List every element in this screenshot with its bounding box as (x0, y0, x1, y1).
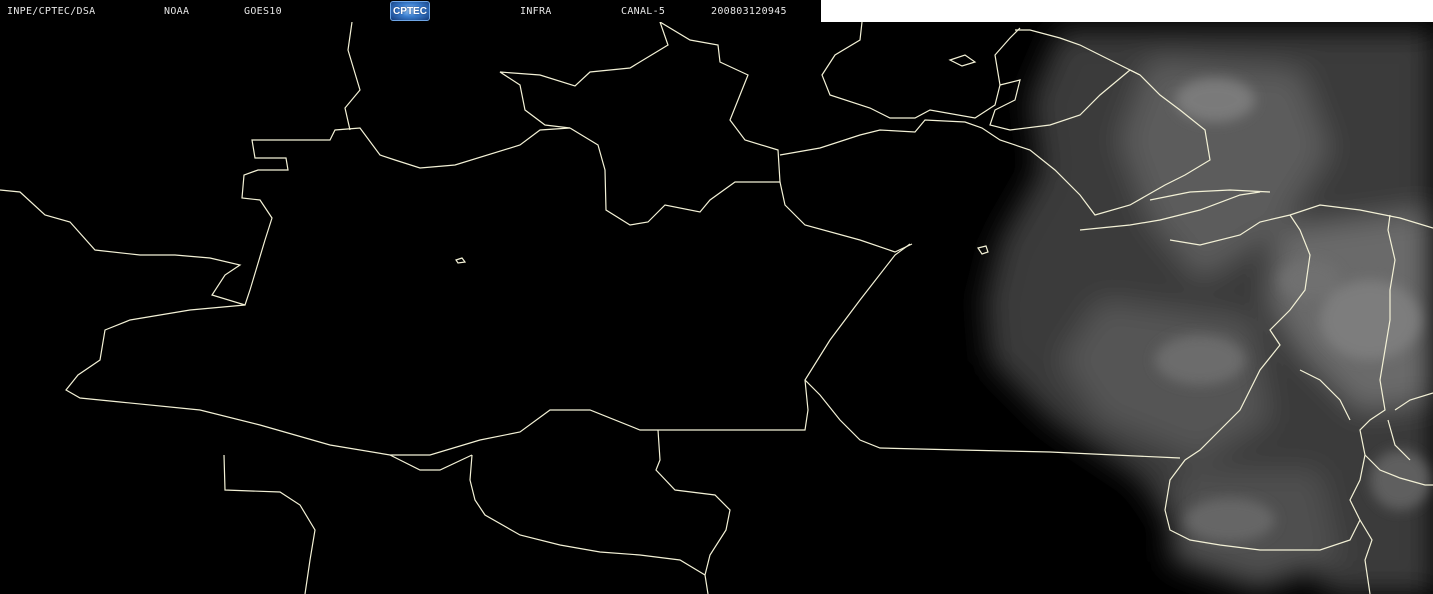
cptec-logo: CPTEC (390, 1, 430, 21)
agency-label: INPE/CPTEC/DSA (7, 6, 96, 17)
blank-strip (821, 0, 1433, 22)
provider-label: NOAA (164, 6, 190, 17)
timestamp-label: 200803120945 (711, 6, 787, 17)
cptec-logo-text: CPTEC (393, 6, 427, 17)
product-label: INFRA (520, 6, 552, 17)
satellite-label: GOES10 (244, 6, 282, 17)
satellite-map (0, 22, 1433, 594)
channel-label: CANAL-5 (621, 6, 666, 17)
header-bar: INPE/CPTEC/DSA NOAA GOES10 CPTEC INFRA C… (0, 0, 821, 22)
